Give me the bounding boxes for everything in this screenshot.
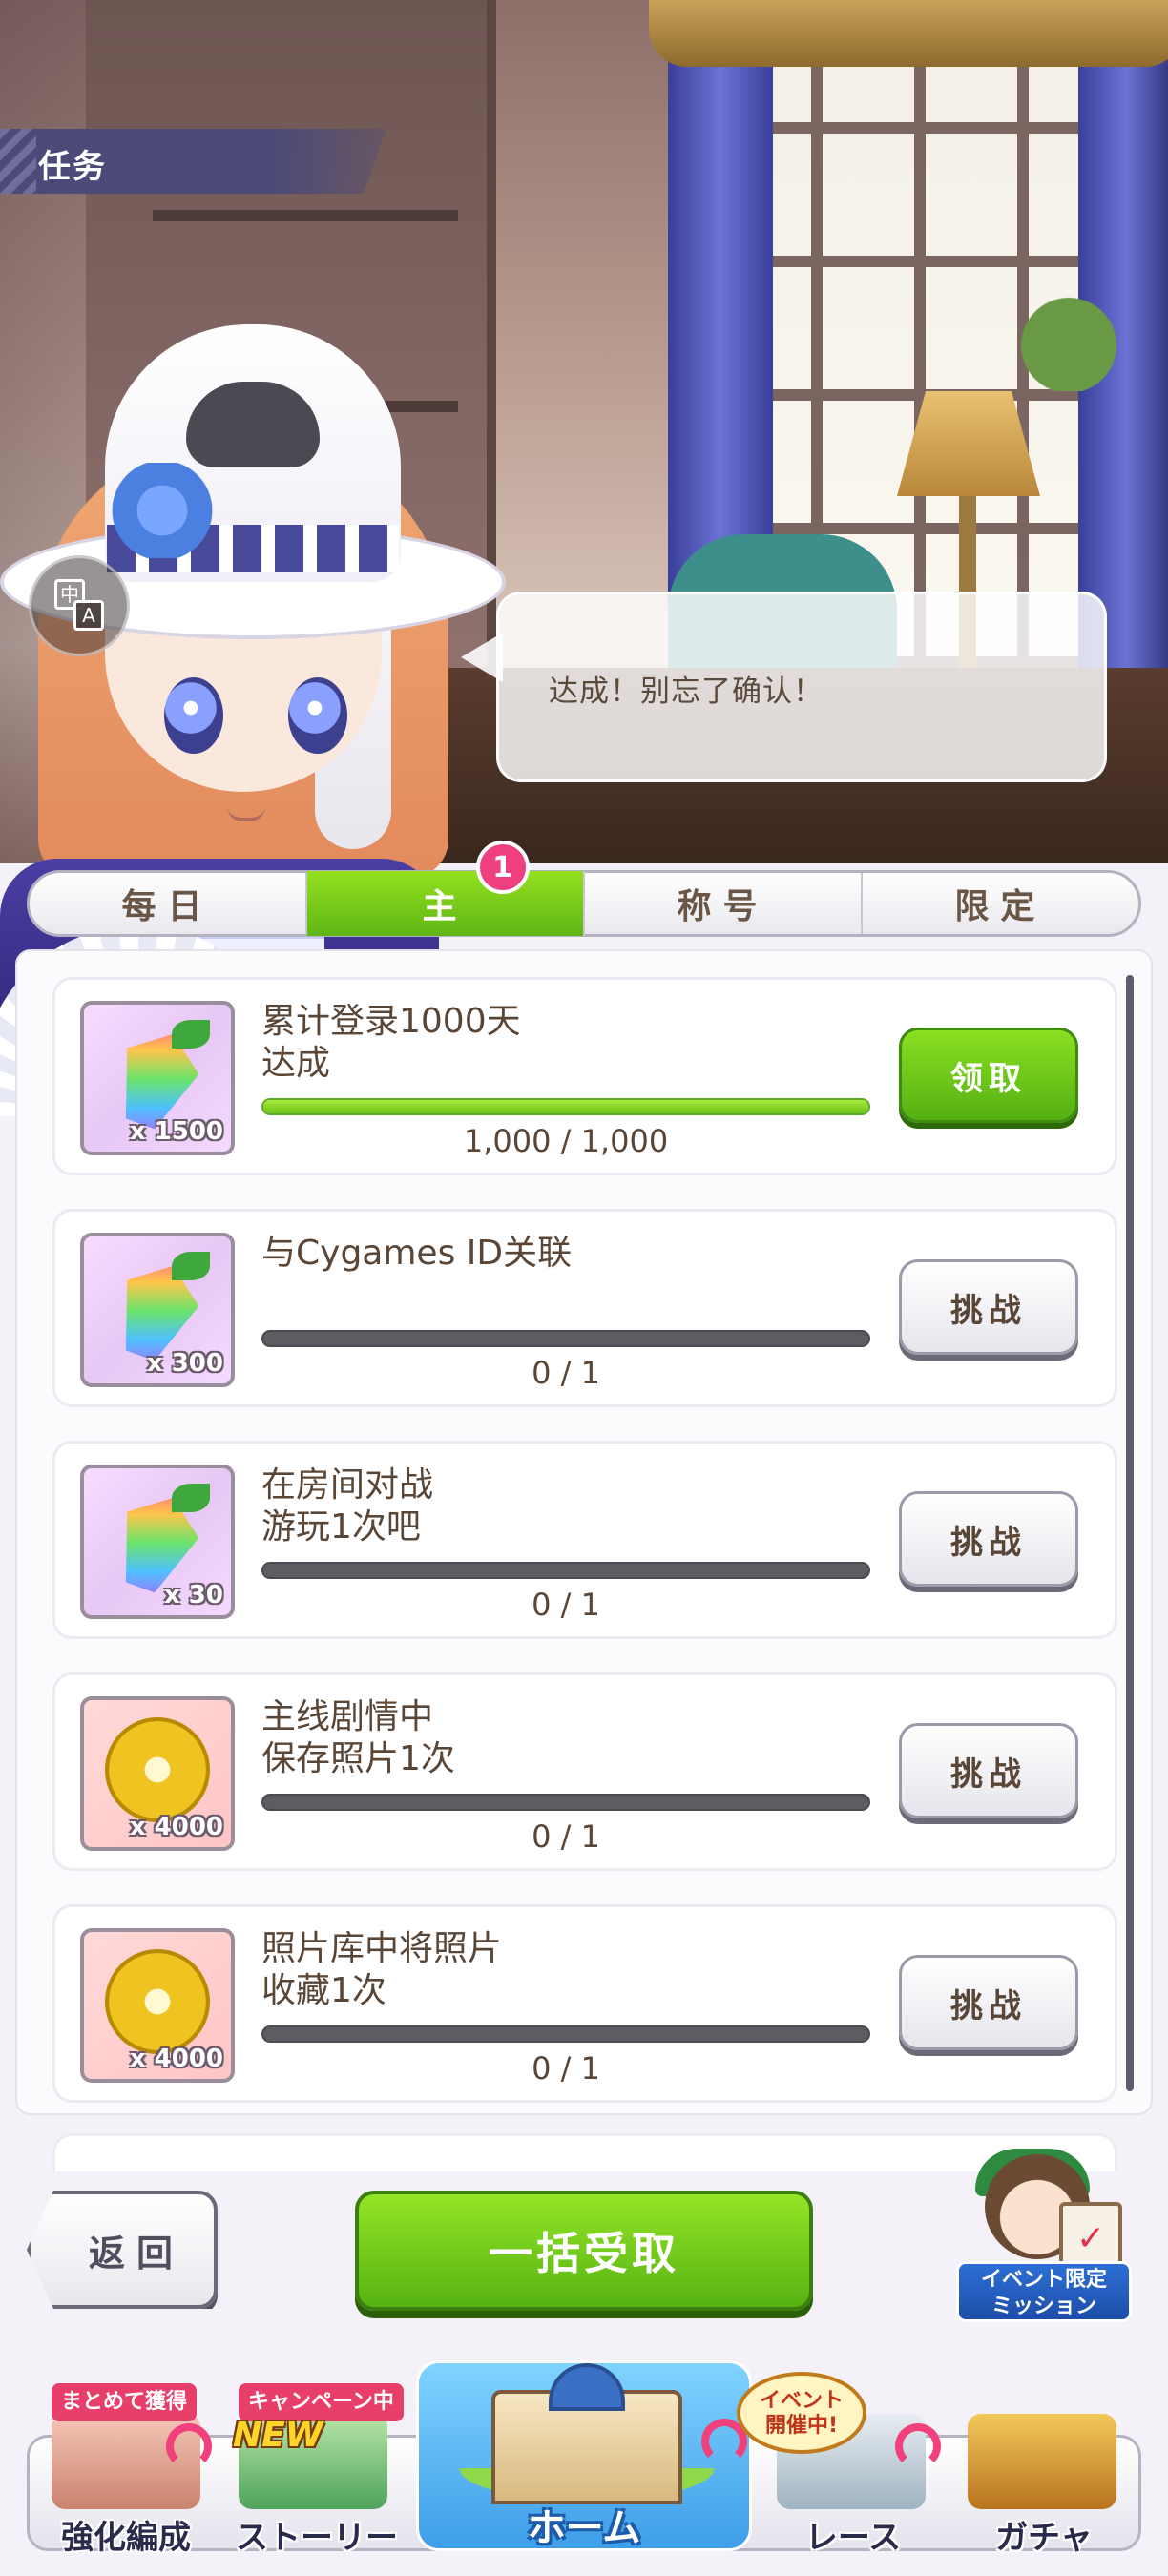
curtain-valance bbox=[649, 0, 1168, 67]
plant bbox=[973, 277, 1164, 391]
horseshoe-icon bbox=[105, 1949, 210, 2054]
gacha-art bbox=[968, 2414, 1116, 2509]
speech-text: 达成！别忘了确认！ bbox=[549, 675, 824, 709]
progress-bar bbox=[261, 1794, 870, 1811]
challenge-button[interactable]: 挑战 bbox=[899, 1723, 1078, 1818]
progress-bar bbox=[261, 2025, 870, 2043]
scrollbar-thumb[interactable] bbox=[1126, 975, 1134, 2091]
translate-glyph-b: A bbox=[73, 600, 104, 631]
horseshoe-icon bbox=[166, 2423, 212, 2469]
mission-title: 累计登录1000天 达成 bbox=[261, 1002, 521, 1083]
list-item: x 4000 照片库中将照片 收藏1次 0 / 1 挑战 bbox=[52, 1904, 1117, 2103]
speech-bubble: 达成！别忘了确认！ bbox=[461, 592, 1107, 782]
list-item: x 30 在房间对战 游玩1次吧 0 / 1 挑战 bbox=[52, 1441, 1117, 1639]
progress-bar bbox=[261, 1562, 870, 1579]
reward-quantity: x 4000 bbox=[129, 1813, 223, 1841]
mission-title: 与Cygames ID关联 bbox=[261, 1234, 573, 1273]
nav-label: 強化編成 bbox=[61, 2519, 191, 2557]
challenge-button[interactable]: 挑战 bbox=[899, 1491, 1078, 1587]
leaf-icon bbox=[172, 1484, 210, 1512]
list-item: x 4000 主线剧情中 保存照片1次 0 / 1 挑战 bbox=[52, 1672, 1117, 1871]
nav-enhance[interactable]: まとめて獲得 強化編成 bbox=[34, 2383, 218, 2557]
tab-label: 每日 bbox=[121, 887, 214, 926]
challenge-button[interactable]: 挑战 bbox=[899, 1259, 1078, 1355]
new-badge: NEW bbox=[233, 2416, 323, 2455]
mission-title: 主线剧情中 保存照片1次 bbox=[261, 1697, 455, 1778]
horseshoe-icon bbox=[105, 1717, 210, 1822]
leaf-icon bbox=[172, 1252, 210, 1280]
nav-label: ガチャ bbox=[995, 2519, 1093, 2557]
reward-quantity: x 300 bbox=[146, 1349, 223, 1378]
character-eye bbox=[164, 677, 223, 754]
back-button[interactable]: 返回 bbox=[27, 2191, 218, 2309]
mission-tabs: 每日 主 1 称号 限定 bbox=[27, 841, 1141, 937]
rose-decoration bbox=[110, 463, 215, 558]
nav-tag: まとめて獲得 bbox=[52, 2383, 198, 2421]
leaf-icon bbox=[172, 1020, 210, 1049]
tab-label: 称号 bbox=[677, 887, 769, 926]
nav-label: ホーム bbox=[527, 2506, 641, 2550]
screen-title-tag: 任务 bbox=[0, 129, 386, 194]
mission-title: 照片库中将照片 收藏1次 bbox=[261, 1929, 503, 2010]
tab-label: 限定 bbox=[954, 887, 1047, 926]
nav-home[interactable]: ホーム bbox=[416, 2360, 752, 2551]
event-mission-button[interactable]: イベント限定 ミッション bbox=[956, 2149, 1132, 2330]
progress-bar bbox=[261, 1098, 870, 1115]
reward-quantity: x 1500 bbox=[129, 1117, 223, 1146]
coin-reward-icon[interactable]: x 4000 bbox=[80, 1696, 235, 1851]
claim-button[interactable]: 领取 bbox=[899, 1028, 1078, 1123]
progress-text: 1,000 / 1,000 bbox=[463, 1123, 669, 1159]
claim-all-button[interactable]: 一括受取 bbox=[355, 2191, 813, 2311]
translate-button[interactable]: 中 A bbox=[29, 555, 130, 656]
reward-quantity: x 30 bbox=[163, 1581, 223, 1610]
progress-text: 0 / 1 bbox=[532, 1587, 600, 1623]
tab-label: 主 bbox=[422, 887, 469, 926]
list-item: x 300 与Cygames ID关联 0 / 1 挑战 bbox=[52, 1209, 1117, 1407]
character-eye bbox=[288, 677, 347, 754]
coin-reward-icon[interactable]: x 4000 bbox=[80, 1928, 235, 2083]
progress-bar bbox=[261, 1330, 870, 1347]
nav-gacha[interactable]: ガチャ bbox=[950, 2404, 1137, 2557]
reward-quantity: x 4000 bbox=[129, 2045, 223, 2073]
crystal-reward-icon[interactable]: x 1500 bbox=[80, 1001, 235, 1155]
mission-title: 在房间对战 游玩1次吧 bbox=[261, 1465, 434, 1547]
home-roof bbox=[549, 2363, 625, 2411]
tab-daily[interactable]: 每日 bbox=[30, 873, 307, 934]
cat-on-hat bbox=[186, 382, 320, 467]
notification-badge: 1 bbox=[475, 841, 530, 894]
event-bubble: イベント 開催中! bbox=[737, 2372, 866, 2454]
crystal-reward-icon[interactable]: x 30 bbox=[80, 1465, 235, 1619]
list-item: x 1500 累计登录1000天 达成 1,000 / 1,000 领取 bbox=[52, 977, 1117, 1175]
scrollbar[interactable] bbox=[1126, 975, 1134, 2091]
event-mission-label: イベント限定 ミッション bbox=[956, 2261, 1132, 2322]
tab-title[interactable]: 称号 bbox=[585, 873, 863, 934]
progress-text: 0 / 1 bbox=[532, 2050, 600, 2087]
character-portrait bbox=[0, 172, 515, 1116]
challenge-button[interactable]: 挑战 bbox=[899, 1955, 1078, 2050]
page-title: 任务 bbox=[38, 148, 107, 186]
progress-text: 0 / 1 bbox=[532, 1818, 600, 1855]
horseshoe-icon bbox=[895, 2423, 941, 2469]
nav-label: ストーリー bbox=[236, 2519, 398, 2557]
crystal-reward-icon[interactable]: x 300 bbox=[80, 1233, 235, 1387]
translate-icon: 中 A bbox=[52, 579, 106, 633]
nav-label: レース bbox=[804, 2519, 902, 2557]
tab-limited[interactable]: 限定 bbox=[863, 873, 1138, 934]
progress-text: 0 / 1 bbox=[532, 1355, 600, 1391]
curtain-left bbox=[668, 0, 773, 620]
title-stripes bbox=[0, 129, 36, 194]
progress-fill bbox=[263, 1100, 868, 1113]
tab-main[interactable]: 主 1 bbox=[307, 841, 585, 936]
